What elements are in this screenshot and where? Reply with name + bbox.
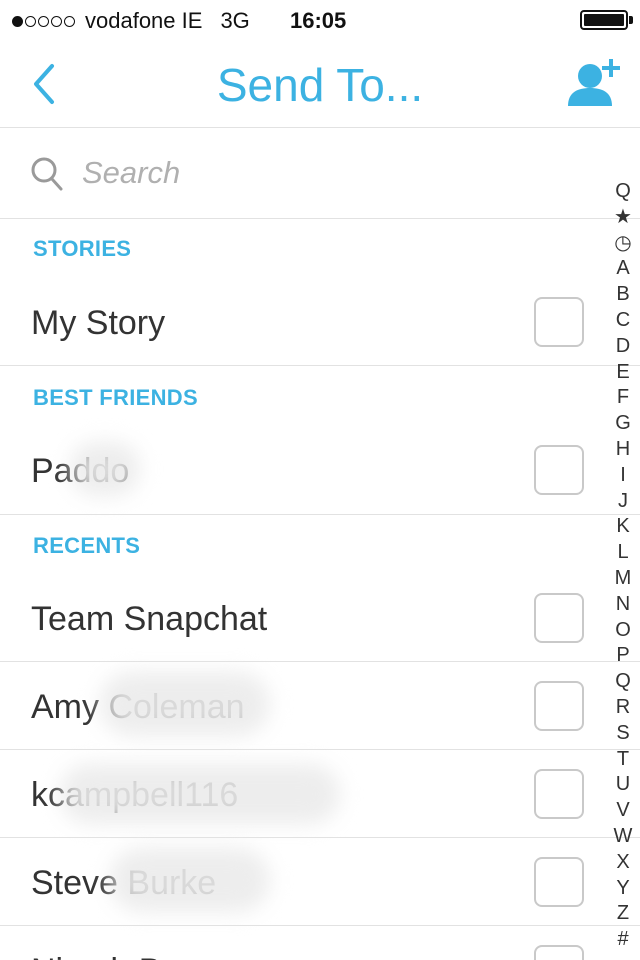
battery-cap xyxy=(629,16,633,24)
index-letter[interactable]: X xyxy=(608,849,638,875)
list-item-best-friend[interactable]: Paddo xyxy=(0,424,640,515)
signal-strength-icon xyxy=(12,15,75,27)
list-item-label: Niamh B xyxy=(31,952,161,960)
section-header-recents: RECENTS xyxy=(33,533,141,558)
list-item-my-story[interactable]: My Story xyxy=(0,276,640,366)
index-letter[interactable]: P xyxy=(608,642,638,668)
select-checkbox[interactable] xyxy=(534,445,584,495)
privacy-blur xyxy=(100,672,270,736)
search-input[interactable] xyxy=(82,150,522,196)
status-time: 16:05 xyxy=(290,8,347,33)
index-letter[interactable]: U xyxy=(608,771,638,797)
signal-dot xyxy=(51,15,62,27)
index-letter[interactable]: Q xyxy=(608,668,638,694)
status-bar: vodafone IE 3G 16:05 xyxy=(0,0,640,40)
network-type: 3G xyxy=(220,8,250,33)
list-item-label: Team Snapchat xyxy=(31,600,268,638)
index-letter[interactable]: K xyxy=(608,513,638,539)
signal-dot xyxy=(25,15,36,27)
battery-icon xyxy=(580,10,628,30)
battery-fill xyxy=(584,14,624,26)
index-letter[interactable]: A xyxy=(608,255,638,281)
index-letter[interactable]: J xyxy=(608,488,638,514)
index-letter[interactable]: Y xyxy=(608,875,638,901)
list-item-recent[interactable]: kcampbell116 xyxy=(0,750,640,838)
index-letter[interactable]: R xyxy=(608,694,638,720)
index-letter[interactable]: T xyxy=(608,746,638,772)
index-letter[interactable]: I xyxy=(608,462,638,488)
index-letter[interactable]: C xyxy=(608,307,638,333)
privacy-blur xyxy=(110,848,270,912)
index-letter[interactable]: M xyxy=(608,565,638,591)
search-bar xyxy=(0,128,640,219)
nav-bar: Send To... xyxy=(0,40,640,128)
privacy-blur xyxy=(70,442,140,496)
index-letter[interactable]: L xyxy=(608,539,638,565)
add-friend-icon xyxy=(568,59,620,106)
index-letter[interactable]: V xyxy=(608,797,638,823)
select-checkbox[interactable] xyxy=(534,857,584,907)
select-checkbox[interactable] xyxy=(534,297,584,347)
list-item-label: My Story xyxy=(31,304,166,342)
index-letter[interactable]: N xyxy=(608,591,638,617)
status-left: vodafone IE 3G xyxy=(12,8,250,34)
index-letter[interactable]: S xyxy=(608,720,638,746)
add-friend-button[interactable] xyxy=(566,56,626,112)
page-title: Send To... xyxy=(216,59,424,111)
privacy-blur xyxy=(60,764,340,824)
select-checkbox[interactable] xyxy=(534,769,584,819)
search-icon xyxy=(31,157,63,191)
index-letter[interactable]: B xyxy=(608,281,638,307)
signal-dot xyxy=(38,15,49,27)
select-checkbox[interactable] xyxy=(534,945,584,960)
index-letter[interactable]: E xyxy=(608,359,638,385)
divider xyxy=(0,365,640,366)
list-item-recent[interactable]: Steve Burke xyxy=(0,838,640,926)
signal-dot xyxy=(64,15,75,27)
index-letter[interactable]: W xyxy=(608,823,638,849)
alphabet-index[interactable]: Q ★ ◷ A B C D E F G H I J K L M N O P Q R S T U V W X Y Z # xyxy=(608,178,638,958)
divider xyxy=(0,514,640,515)
index-letter[interactable]: H xyxy=(608,436,638,462)
list-item-recent[interactable]: Team Snapchat xyxy=(0,572,640,662)
list-item-recent[interactable]: Niamh B xyxy=(0,926,640,960)
index-letter[interactable]: # xyxy=(608,926,638,952)
index-letter[interactable]: ◷ xyxy=(608,230,638,256)
select-checkbox[interactable] xyxy=(534,681,584,731)
index-letter[interactable]: O xyxy=(608,617,638,643)
carrier-name: vodafone IE xyxy=(85,8,203,33)
index-letter[interactable]: Z xyxy=(608,900,638,926)
signal-dot xyxy=(12,15,23,27)
select-checkbox[interactable] xyxy=(534,593,584,643)
index-letter[interactable]: F xyxy=(608,384,638,410)
index-letter[interactable]: D xyxy=(608,333,638,359)
section-header-best-friends: BEST FRIENDS xyxy=(33,385,198,410)
list-item-recent[interactable]: Amy Coleman xyxy=(0,662,640,750)
index-letter[interactable]: ★ xyxy=(608,204,638,230)
index-letter[interactable]: Q xyxy=(608,178,638,204)
section-header-stories: STORIES xyxy=(33,236,132,261)
index-letter[interactable]: G xyxy=(608,410,638,436)
